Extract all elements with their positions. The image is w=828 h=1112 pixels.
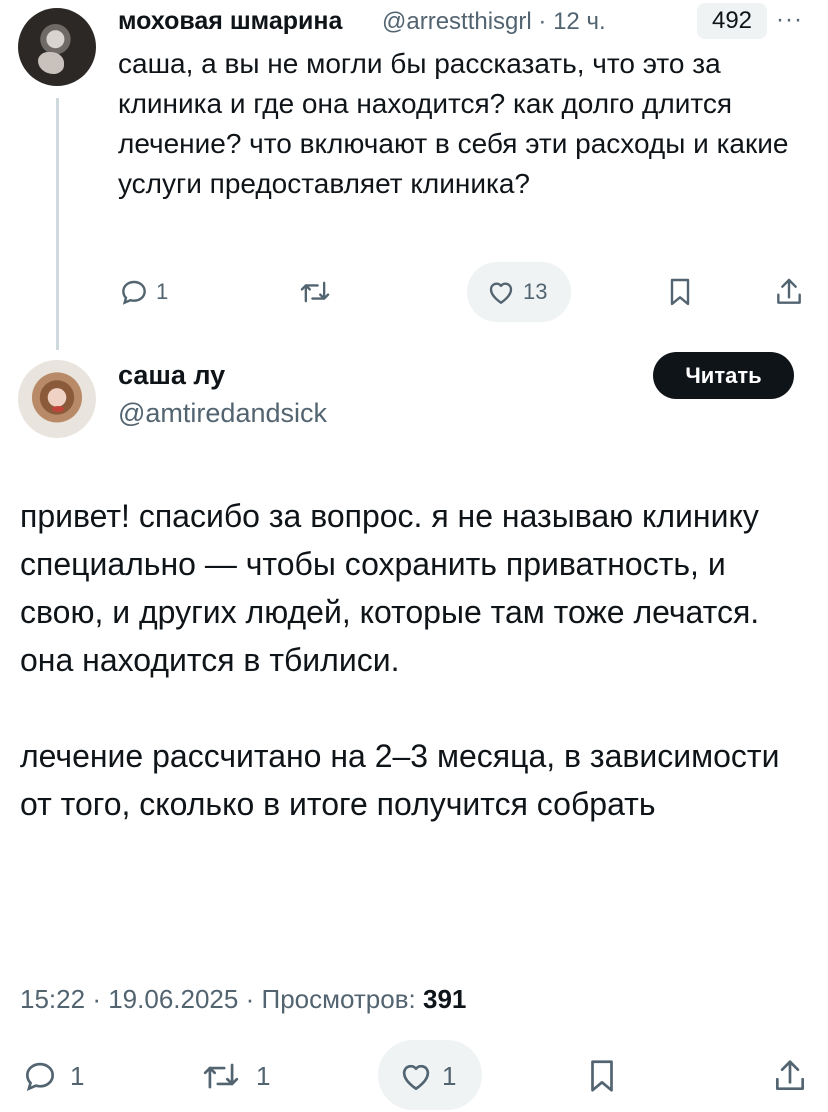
like-count: 13 bbox=[523, 279, 548, 304]
reply-count: 1 bbox=[70, 1060, 85, 1091]
retweet-icon bbox=[200, 1057, 242, 1095]
meta-separator: · bbox=[245, 984, 255, 1014]
bookmark-icon bbox=[585, 1057, 619, 1095]
like-button[interactable]: 13 bbox=[485, 276, 547, 308]
author-handle[interactable]: @arrestthisgrl bbox=[382, 8, 532, 35]
tweet-time[interactable]: 15:22 bbox=[20, 984, 85, 1014]
reply-button[interactable]: 1 bbox=[20, 1057, 84, 1095]
reply-button[interactable]: 1 bbox=[118, 276, 168, 308]
more-options-icon[interactable]: ··· bbox=[776, 6, 803, 34]
follow-button[interactable]: Читать bbox=[653, 352, 794, 399]
meta-separator: · bbox=[538, 8, 547, 35]
tweet-meta: @arrestthisgrl · 12 ч. bbox=[382, 8, 606, 36]
tweet-meta: 15:22 · 19.06.2025 · Просмотров: 391 bbox=[20, 984, 466, 1015]
author-handle[interactable]: @amtiredandsick bbox=[118, 398, 327, 429]
retweet-icon bbox=[298, 276, 332, 308]
reply-icon bbox=[20, 1057, 60, 1095]
tweet-text: привет! спасибо за вопрос. я не называю … bbox=[20, 492, 810, 876]
author-name[interactable]: саша лу bbox=[118, 360, 225, 391]
retweet-button[interactable]: 1 bbox=[200, 1057, 270, 1095]
views-count: 391 bbox=[422, 984, 467, 1014]
share-icon bbox=[774, 276, 804, 308]
tweet-text: саша, а вы не могли бы рассказать, что э… bbox=[118, 48, 789, 199]
avatar[interactable] bbox=[18, 360, 96, 438]
tweet-time[interactable]: 12 ч. bbox=[553, 8, 606, 35]
bookmark-icon bbox=[666, 276, 694, 308]
tweet-date[interactable]: 19.06.2025 bbox=[108, 984, 238, 1014]
tweet-paragraph: привет! спасибо за вопрос. я не называю … bbox=[20, 498, 760, 678]
tweet-paragraph: лечение рассчитано на 2–3 месяца, в зави… bbox=[20, 738, 780, 822]
share-button[interactable] bbox=[774, 276, 804, 308]
count-badge: 492 bbox=[697, 3, 767, 39]
bookmark-button[interactable] bbox=[666, 276, 694, 308]
share-button[interactable] bbox=[772, 1057, 808, 1095]
reply-icon bbox=[118, 276, 150, 308]
views-label: Просмотров: bbox=[261, 984, 416, 1014]
bookmark-button[interactable] bbox=[585, 1057, 619, 1095]
author-name[interactable]: моховая шмарина bbox=[118, 7, 342, 36]
thread-connector-line bbox=[56, 98, 59, 350]
reply-count: 1 bbox=[156, 279, 169, 304]
retweet-button[interactable] bbox=[298, 276, 332, 308]
like-icon bbox=[396, 1057, 436, 1095]
share-icon bbox=[772, 1057, 808, 1095]
avatar[interactable] bbox=[18, 8, 96, 86]
meta-separator: · bbox=[92, 984, 101, 1014]
like-count: 1 bbox=[442, 1060, 457, 1091]
like-icon bbox=[485, 276, 517, 308]
like-button[interactable]: 1 bbox=[396, 1057, 456, 1095]
retweet-count: 1 bbox=[256, 1060, 271, 1091]
